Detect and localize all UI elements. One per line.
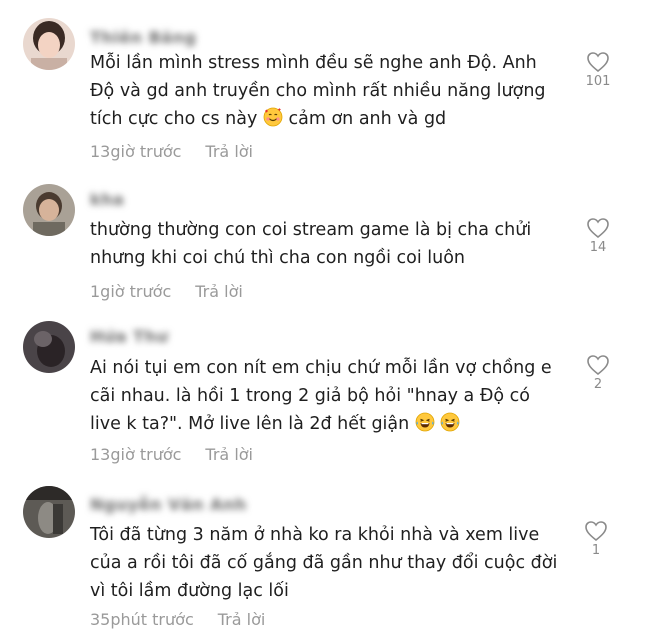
timestamp: 1giờ trước	[90, 282, 172, 301]
like-button[interactable]: 1	[576, 520, 616, 558]
heart-icon	[585, 521, 607, 542]
username[interactable]: kha	[90, 190, 124, 209]
like-button[interactable]: 101	[578, 51, 618, 89]
comment-text: Ai nói tụi em con nít em chịu chứ mỗi lầ…	[90, 354, 560, 438]
comment-meta: 35phút trước Trả lời	[90, 610, 265, 629]
timestamp: 13giờ trước	[90, 445, 182, 464]
comment-line: Độ và gd anh truyền cho mình rất nhiều n…	[90, 81, 546, 101]
comment-meta: 1giờ trước Trả lời	[90, 282, 243, 301]
comment-text: Tôi đã từng 3 năm ở nhà ko ra khỏi nhà v…	[90, 521, 560, 605]
heart-icon	[587, 355, 609, 376]
comment-line: nhưng khi coi chú thì cha con ngồi coi l…	[90, 248, 466, 268]
timestamp: 13giờ trước	[90, 142, 182, 161]
comment-meta: 13giờ trước Trả lời	[90, 142, 253, 161]
comment-line: tích cực cho cs này	[90, 109, 258, 129]
like-count: 2	[593, 377, 603, 392]
username[interactable]: Nguyễn Văn Anh	[90, 495, 247, 514]
comment-text: thường thường con coi stream game là bị …	[90, 216, 560, 272]
avatar[interactable]	[23, 486, 75, 538]
avatar[interactable]	[23, 321, 75, 373]
timestamp: 35phút trước	[90, 610, 194, 629]
heart-icon	[587, 52, 609, 73]
reply-button[interactable]: Trả lời	[205, 445, 253, 464]
like-count: 1	[591, 543, 601, 558]
smiling-face-with-hearts-icon	[263, 107, 283, 127]
comment-line: thường thường con coi stream game là bị …	[90, 220, 532, 240]
comment-text: Mỗi lần mình stress mình đều sẽ nghe anh…	[90, 49, 560, 133]
like-button[interactable]: 14	[578, 217, 618, 255]
like-button[interactable]: 2	[578, 354, 618, 392]
comment-list: Thiên Băng Mỗi lần mình stress mình đều …	[0, 0, 646, 644]
heart-icon	[587, 218, 609, 239]
comment-line: vì tôi lầm đường lạc lối	[90, 581, 289, 601]
comment-line: Tôi đã từng 3 năm ở nhà ko ra khỏi nhà v…	[90, 525, 540, 545]
comment-meta: 13giờ trước Trả lời	[90, 445, 253, 464]
reply-button[interactable]: Trả lời	[218, 610, 266, 629]
like-count: 101	[585, 74, 611, 89]
avatar[interactable]	[23, 18, 75, 70]
comment-line: Mỗi lần mình stress mình đều sẽ nghe anh…	[90, 53, 537, 73]
comment-line: cảm ơn anh và gd	[288, 109, 447, 129]
avatar[interactable]	[23, 184, 75, 236]
reply-button[interactable]: Trả lời	[195, 282, 243, 301]
grinning-squinting-tears-icon	[440, 412, 460, 432]
reply-button[interactable]: Trả lời	[205, 142, 253, 161]
username[interactable]: Hứa Thư	[90, 327, 168, 346]
like-count: 14	[589, 240, 607, 255]
comment-line: cãi nhau. là hồi 1 trong 2 giả bộ hỏi "h…	[90, 386, 530, 406]
grinning-squinting-tears-icon	[415, 412, 435, 432]
comment-line: live k ta?". Mở live lên là 2đ hết giận	[90, 414, 410, 434]
comment-line: của a rồi tôi đã cố gắng đã gần như thay…	[90, 553, 558, 573]
comment-line: Ai nói tụi em con nít em chịu chứ mỗi lầ…	[90, 358, 552, 378]
username[interactable]: Thiên Băng	[90, 28, 196, 47]
